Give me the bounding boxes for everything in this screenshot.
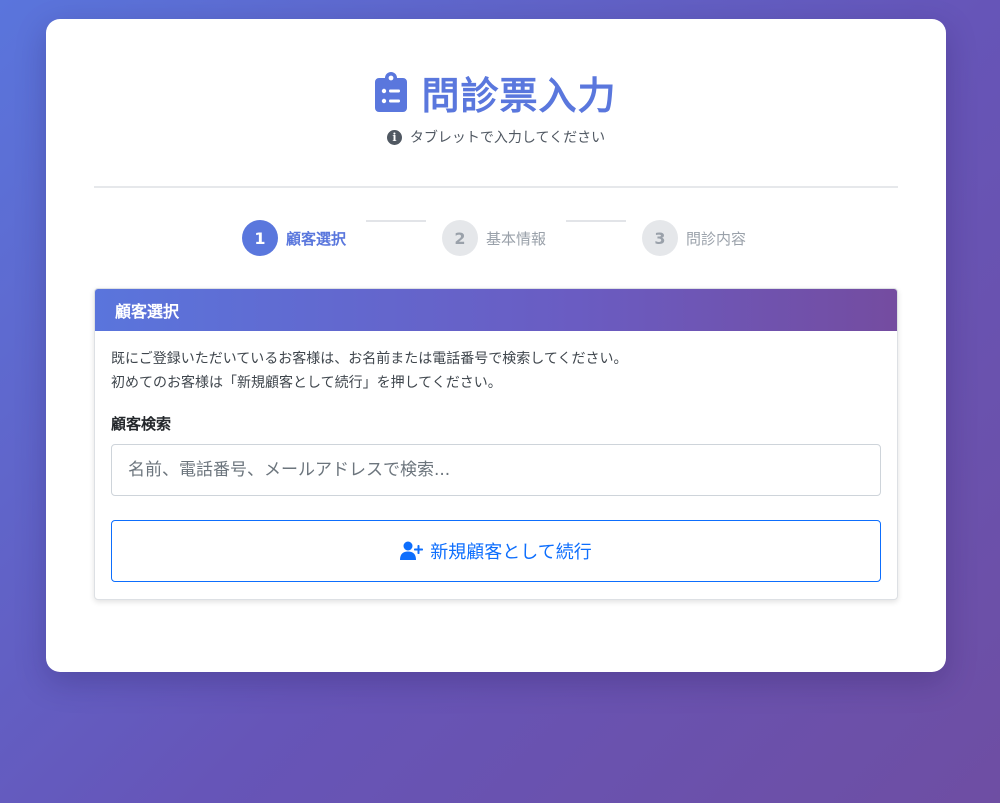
step-1: 1 顧客選択 bbox=[242, 220, 346, 256]
user-plus-icon bbox=[400, 541, 424, 561]
subtitle-row: i タブレットで入力してください bbox=[46, 127, 946, 147]
step-1-label: 顧客選択 bbox=[286, 229, 347, 248]
step-1-number: 1 bbox=[242, 220, 278, 256]
description-line-1: 既にご登録いただいているお客様は、お名前または電話番号で検索してください。 bbox=[111, 351, 628, 367]
search-label: 顧客検索 bbox=[111, 415, 172, 433]
step-indicator: 1 顧客選択 2 基本情報 3 問診内容 bbox=[242, 220, 762, 256]
page-subtitle: タブレットで入力してください bbox=[409, 130, 606, 146]
step-2: 2 基本情報 bbox=[442, 220, 546, 256]
main-card: 問診票入力 i タブレットで入力してください 1 顧客選択 2 基本情報 3 問… bbox=[46, 19, 946, 672]
step-3-number: 3 bbox=[642, 220, 678, 256]
page-title: 問診票入力 bbox=[421, 73, 617, 118]
step-connector-2 bbox=[566, 220, 626, 222]
header-divider bbox=[94, 186, 898, 188]
step-connector-1 bbox=[366, 220, 426, 222]
panel-description: 既にご登録いただいているお客様は、お名前または電話番号で検索してください。 初め… bbox=[111, 347, 881, 395]
customer-select-panel: 顧客選択 既にご登録いただいているお客様は、お名前または電話番号で検索してくださ… bbox=[94, 288, 898, 600]
panel-title: 顧客選択 bbox=[95, 289, 897, 331]
new-customer-button-label: 新規顧客として続行 bbox=[430, 542, 592, 563]
step-2-label: 基本情報 bbox=[486, 229, 547, 248]
clipboard-list-icon bbox=[375, 72, 408, 112]
panel-body: 既にご登録いただいているお客様は、お名前または電話番号で検索してください。 初め… bbox=[95, 331, 897, 582]
step-3-label: 問診内容 bbox=[686, 229, 747, 248]
new-customer-button[interactable]: 新規顧客として続行 bbox=[111, 520, 881, 582]
page-header: 問診票入力 i タブレットで入力してください bbox=[46, 67, 946, 147]
title-row: 問診票入力 bbox=[46, 67, 946, 118]
description-line-2: 初めてのお客様は「新規顧客として続行」を押してください。 bbox=[111, 375, 502, 391]
info-circle-icon: i bbox=[386, 129, 402, 145]
step-3: 3 問診内容 bbox=[642, 220, 746, 256]
customer-search-input[interactable] bbox=[111, 444, 881, 496]
step-2-number: 2 bbox=[442, 220, 478, 256]
